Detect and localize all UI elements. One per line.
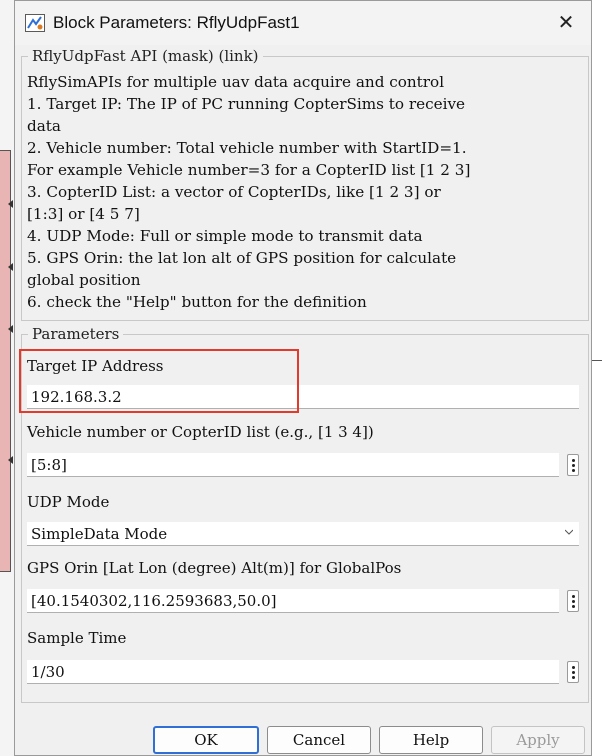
udp-mode-selected: SimpleData Mode [31,525,168,543]
sample-time-menu-button[interactable] [567,661,579,683]
apply-button[interactable]: Apply [491,726,585,754]
port-arrow-icon [8,456,13,464]
vertical-ellipsis-icon [572,595,575,598]
vertical-ellipsis-icon [572,459,575,462]
udp-mode-select[interactable]: SimpleData Mode [27,522,579,546]
mask-group-title: RflyUdpFast API (mask) (link) [32,47,259,65]
vehicle-label: Vehicle number or CopterID list (e.g., [… [27,423,374,441]
vehicle-menu-button[interactable] [567,454,579,476]
udp-mode-label: UDP Mode [27,493,110,511]
vertical-ellipsis-icon [572,666,575,669]
sample-time-input[interactable]: 1/30 [27,660,559,684]
vehicle-input[interactable]: [5:8] [27,453,559,477]
parameters-group-title: Parameters [32,325,120,343]
target-ip-label: Target IP Address [27,357,164,375]
gps-orin-label: GPS Orin [Lat Lon (degree) Alt(m)] for G… [27,559,402,577]
port-arrow-icon [8,263,13,271]
description-line: 4. UDP Mode: Full or simple mode to tran… [27,227,423,245]
port-arrow-icon [8,325,13,333]
description-line: 6. check the "Help" button for the defin… [27,293,367,311]
gps-orin-menu-button[interactable] [567,590,579,612]
simulink-block-icon [25,14,45,32]
dialog-title: Block Parameters: RflyUdpFast1 [53,13,300,32]
title-bar[interactable]: Block Parameters: RflyUdpFast1 ✕ [15,1,591,45]
description-line: [1:3] or [4 5 7] [27,205,140,223]
description-line: RflySimAPIs for multiple uav data acquir… [27,73,445,91]
description-line: 2. Vehicle number: Total vehicle number … [27,139,467,157]
description-line: 3. CopterID List: a vector of CopterIDs,… [27,183,441,201]
cancel-button[interactable]: Cancel [267,726,371,754]
description-line: 5. GPS Orin: the lat lon alt of GPS posi… [27,249,457,267]
description-line: global position [27,271,141,289]
target-ip-input[interactable]: 192.168.3.2 [27,385,579,409]
description-line: 1. Target IP: The IP of PC running Copte… [27,95,466,113]
close-button[interactable]: ✕ [555,11,577,33]
description-line: data [27,117,61,135]
gps-orin-input[interactable]: [40.1540302,116.2593683,50.0] [27,589,559,613]
help-button[interactable]: Help [379,726,483,754]
ok-button[interactable]: OK [153,726,259,754]
port-arrow-icon [8,200,13,208]
block-parameters-dialog: Block Parameters: RflyUdpFast1 ✕ RflyUdp… [14,0,592,756]
sample-time-label: Sample Time [27,629,127,647]
background-block [0,150,11,572]
description-line: For example Vehicle number=3 for a Copte… [27,161,471,179]
chevron-down-icon [565,529,573,535]
